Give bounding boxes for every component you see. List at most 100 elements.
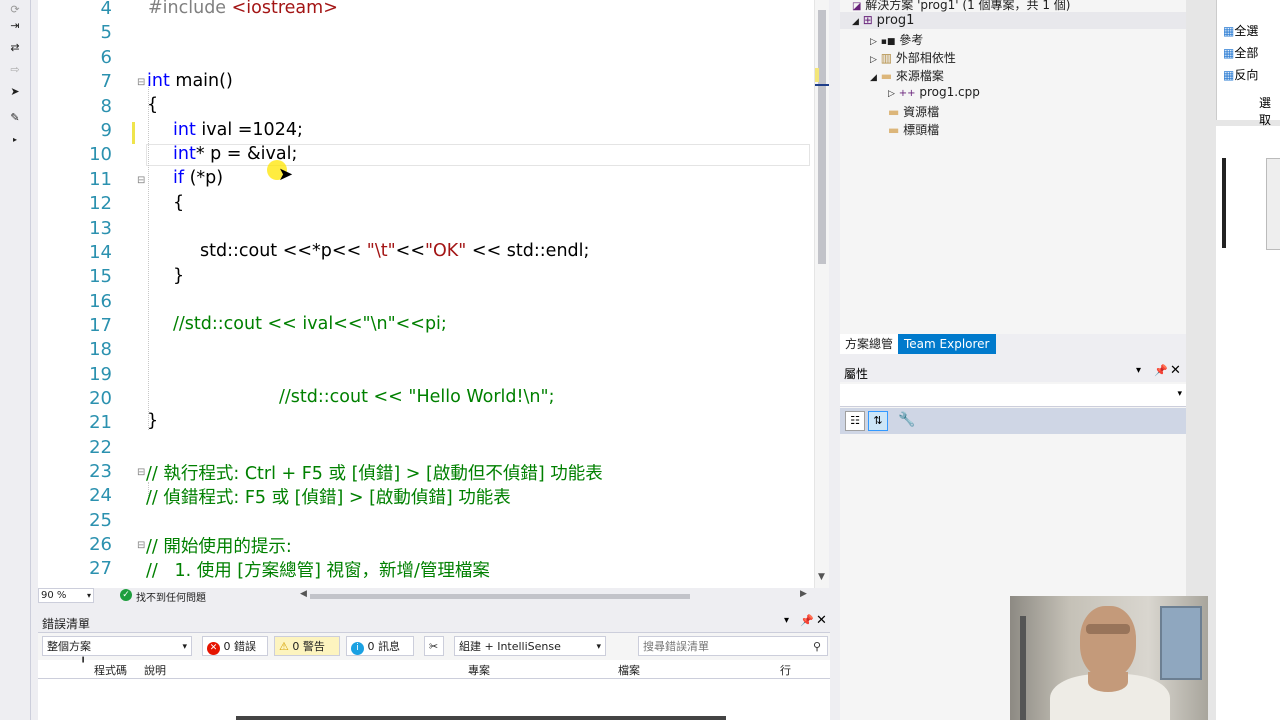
messages-count: 0 訊息 — [367, 640, 401, 653]
horizontal-scroll-thumb[interactable] — [310, 594, 690, 599]
build-filter-icon[interactable]: ✂ — [424, 636, 444, 656]
line-number: 5 — [100, 22, 112, 43]
expanded-arrow-icon: ◢ — [870, 73, 877, 83]
code-line-14: std::cout <<*p<< "\t"<<"OK" << std::endl… — [200, 241, 589, 261]
error-list-header: ╹ 程式碼 說明 專案 檔案 行 — [38, 658, 830, 679]
grid-icon: ▦ — [1223, 24, 1235, 38]
keyword: int — [147, 71, 170, 91]
person-head — [1080, 606, 1136, 678]
fold-toggle[interactable]: ⊟ — [137, 176, 145, 186]
refresh-icon[interactable]: ⟳ — [6, 2, 24, 18]
error-icon: ✕ — [207, 642, 220, 655]
dropdown-icon[interactable]: ▾ — [784, 615, 789, 626]
scroll-right-icon[interactable]: ▶ — [800, 589, 807, 599]
scroll-left-icon[interactable]: ◀ — [300, 589, 307, 599]
scope-dropdown[interactable]: 整個方案 ▾ — [42, 636, 192, 656]
person-neck — [1088, 672, 1128, 692]
tree-item-prog1-cpp[interactable]: ▷ ++ prog1.cpp — [888, 85, 980, 99]
step-in-icon[interactable]: ⇥ — [6, 18, 24, 34]
pin-icon[interactable]: 📌 — [1154, 364, 1168, 377]
tab-team-explorer[interactable]: Team Explorer — [898, 334, 996, 354]
tree-item-references[interactable]: ▷ ▪■ 參考 — [870, 31, 923, 48]
pointer-icon[interactable]: ➤ — [6, 84, 24, 100]
code-text: (*p) — [184, 168, 224, 188]
code-text: << — [395, 241, 425, 261]
code-text: ival =1024; — [195, 120, 303, 140]
zoom-dropdown[interactable]: 90 % ▾ — [38, 588, 94, 603]
column-line[interactable]: 行 — [780, 662, 791, 678]
tree-item-source-files[interactable]: ◢ ▬ 來源檔案 — [870, 67, 944, 84]
messages-filter-button[interactable]: i 0 訊息 — [346, 636, 414, 656]
keyword: if — [173, 168, 185, 188]
editor-vertical-scrollbar[interactable]: ▼ — [814, 0, 829, 588]
column-code[interactable]: 程式碼 — [94, 662, 127, 678]
solution-tabs: 方案總管 Team Explorer — [840, 334, 1186, 356]
properties-toolbar: ☷ ⇅ 🔧 — [840, 408, 1186, 434]
webcam-overlay — [1010, 596, 1208, 720]
hammer-icon[interactable]: ✎ — [6, 110, 24, 126]
code-line-17: //std::cout << ival<<"\n"<<pi; — [173, 314, 447, 334]
column-description[interactable]: 說明 — [144, 662, 166, 678]
errors-filter-button[interactable]: ✕ 0 錯誤 — [202, 636, 268, 656]
tab-solution-explorer[interactable]: 方案總管 — [840, 334, 903, 354]
line-number: 25 — [89, 510, 112, 531]
line-number: 23 — [89, 461, 112, 482]
overflow-icon[interactable]: ▸ — [6, 132, 24, 148]
warnings-filter-button[interactable]: ⚠ 0 警告 — [274, 636, 340, 656]
sort-icon[interactable]: ╹ — [80, 658, 86, 669]
select-all-item[interactable]: ▦全選 — [1223, 22, 1258, 39]
collapsed-arrow-icon: ▷ — [870, 37, 877, 47]
pin-icon[interactable]: 📌 — [800, 614, 814, 627]
error-list-body — [38, 679, 830, 720]
webcam-window — [1160, 606, 1202, 680]
fold-toggle[interactable]: ⊟ — [137, 468, 145, 478]
solution-icon: ◪ — [852, 1, 862, 12]
wrench-icon[interactable]: 🔧 — [898, 412, 915, 428]
tree-item-resource-files[interactable]: ▬ 資源檔 — [888, 103, 939, 120]
issues-status: 找不到任何問題 — [136, 593, 206, 604]
scroll-down-icon[interactable]: ▼ — [818, 572, 825, 582]
close-icon[interactable]: ✕ — [816, 613, 827, 628]
line-number: 26 — [89, 534, 112, 555]
column-file[interactable]: 檔案 — [618, 662, 640, 678]
folder-icon: ▬ — [888, 123, 900, 137]
tree-item-project[interactable]: ◢ ⊞ prog1 — [852, 13, 914, 28]
line-number: 27 — [89, 558, 112, 579]
folder-icon: ▬ — [888, 105, 900, 119]
references-icon: ▪■ — [880, 37, 896, 47]
solution-explorer: ◪ 解決方案 'prog1' (1 個專案，共 1 個) ◢ ⊞ prog1 ▷… — [840, 0, 1186, 334]
step-over-icon[interactable]: ⇄ — [6, 40, 24, 56]
close-icon[interactable]: ✕ — [1170, 363, 1181, 378]
code-editor[interactable]: 4 5 6 7 8 9 10 11 12 13 14 15 16 17 18 19 20 21 22 23 24 25 26… — [38, 0, 828, 588]
invert-selection-item[interactable]: ▦反向 — [1223, 66, 1258, 83]
code-line-7: int main() — [147, 71, 233, 91]
code-text: std::cout <<*p<< — [200, 241, 367, 261]
warnings-count: 0 警告 — [292, 640, 325, 653]
line-number: 7 — [100, 71, 112, 92]
errors-count: 0 錯誤 — [223, 640, 257, 653]
categorized-icon[interactable]: ☷ — [845, 411, 865, 431]
line-number: 20 — [89, 388, 112, 409]
build-filter-value: 組建 + IntelliSense — [459, 640, 561, 653]
tree-item-label: 資源檔 — [903, 105, 940, 119]
alphabetical-icon[interactable]: ⇅ — [868, 411, 888, 431]
object-selector[interactable]: ▾ — [840, 384, 1186, 407]
tree-item-external-deps[interactable]: ▷ ▥ 外部相依性 — [870, 49, 956, 66]
tree-item-header-files[interactable]: ▬ 標頭檔 — [888, 121, 939, 138]
code-line-11: if (*p) — [173, 168, 223, 188]
select-none-item[interactable]: ▦全部 — [1223, 44, 1258, 61]
build-filter-dropdown[interactable]: 組建 + IntelliSense ▾ — [454, 636, 606, 656]
column-project[interactable]: 專案 — [468, 662, 490, 678]
line-number: 24 — [89, 485, 112, 506]
search-error-list-input[interactable]: 搜尋錯誤清單 ⚲ — [638, 636, 828, 656]
scroll-thumb[interactable] — [818, 10, 826, 264]
fold-toggle[interactable]: ⊟ — [137, 541, 145, 551]
tree-item-label: prog1 — [876, 13, 915, 28]
warning-icon: ⚠ — [279, 640, 289, 653]
thumbnail — [1266, 158, 1280, 250]
fold-toggle[interactable]: ⊟ — [137, 78, 145, 88]
select-group-label: 選取 — [1259, 96, 1272, 127]
line-number: 15 — [89, 266, 112, 287]
keyword: int — [173, 120, 196, 140]
dropdown-icon[interactable]: ▾ — [1136, 365, 1141, 376]
